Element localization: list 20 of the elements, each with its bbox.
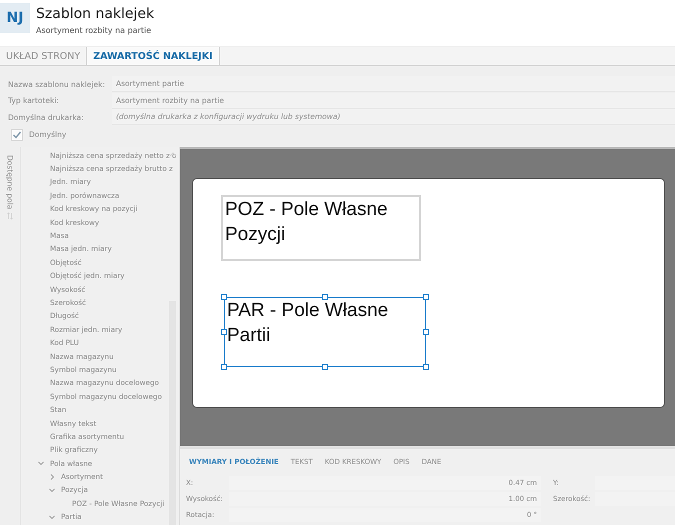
scroll-up-icon[interactable] bbox=[169, 150, 177, 156]
tab[interactable]: ZAWARTOŚĆ NAKLEJKI bbox=[86, 47, 220, 65]
checkbox[interactable] bbox=[11, 128, 23, 140]
resize-handle[interactable] bbox=[322, 294, 328, 300]
resize-handle[interactable] bbox=[221, 328, 227, 334]
chevron-down-icon[interactable] bbox=[48, 486, 56, 494]
window-title: Szablon naklejek bbox=[36, 6, 154, 23]
app-badge: NJ bbox=[0, 3, 30, 33]
chevron-down-icon[interactable] bbox=[48, 512, 56, 521]
resize-handle[interactable] bbox=[423, 294, 429, 300]
tab[interactable]: UKŁAD STRONY bbox=[0, 47, 86, 65]
resize-handle[interactable] bbox=[423, 328, 429, 334]
text-field[interactable]: POZ - Pole Własne Pozycji bbox=[221, 194, 421, 260]
chevron-right-icon[interactable] bbox=[48, 472, 56, 481]
resize-handle[interactable] bbox=[221, 364, 227, 370]
chevron-down-icon[interactable] bbox=[37, 459, 45, 468]
resize-handle[interactable] bbox=[221, 294, 227, 300]
resize-handle[interactable] bbox=[423, 364, 429, 370]
window-subtitle: Asortyment rozbity na partie bbox=[36, 26, 152, 35]
resize-handle[interactable] bbox=[322, 364, 328, 370]
